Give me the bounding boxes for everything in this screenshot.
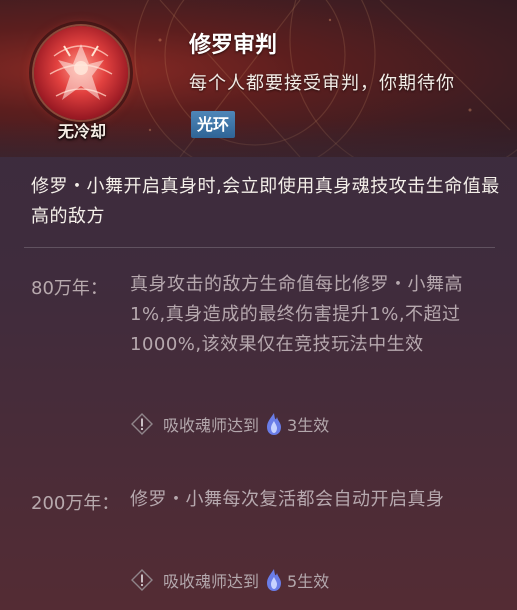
requirement-value: 5生效 (287, 572, 330, 591)
blue-soul-flame-icon (267, 413, 282, 435)
tier-text-200w: 修罗・小舞每次复活都会自动开启真身 (130, 489, 445, 510)
skill-flavor-text: 每个人都要接受审判，你期待你 (189, 73, 455, 94)
requirement-prefix: 吸收魂师达到 (163, 572, 260, 591)
tier-text-80w: 真身攻击的敌方生命值每比修罗・小舞高1%,真身造成的最终伤害提升1%,不超过10… (130, 274, 463, 355)
asura-xiaowu-portrait-icon (34, 26, 128, 120)
tier-requirement-200w: 吸收魂师达到 5生效 (131, 568, 329, 592)
requirement-value: 3生效 (287, 416, 330, 435)
skill-tooltip-panel: 无冷却 修罗审判 每个人都要接受审判，你期待你 光环 修罗・小舞开启真身时,会立… (0, 0, 517, 610)
skill-main-description: 修罗・小舞开启真身时,会立即使用真身魂技攻击生命值最高的敌方 (31, 176, 500, 227)
skill-header: 无冷却 修罗审判 每个人都要接受审判，你期待你 光环 (0, 0, 517, 157)
blue-soul-flame-icon (267, 569, 282, 591)
exclamation-diamond-icon (131, 413, 153, 435)
exclamation-diamond-icon (131, 569, 153, 591)
divider (24, 247, 495, 248)
skill-type-tag: 光环 (191, 111, 236, 138)
tier-label-80w: 80万年： (31, 278, 108, 299)
cooldown-label: 无冷却 (57, 122, 106, 141)
tier-requirement-80w: 吸收魂师达到 3生效 (131, 412, 329, 436)
tier-label-200w: 200万年： (31, 493, 120, 514)
skill-title: 修罗审判 (189, 33, 278, 58)
requirement-prefix: 吸收魂师达到 (163, 416, 260, 435)
